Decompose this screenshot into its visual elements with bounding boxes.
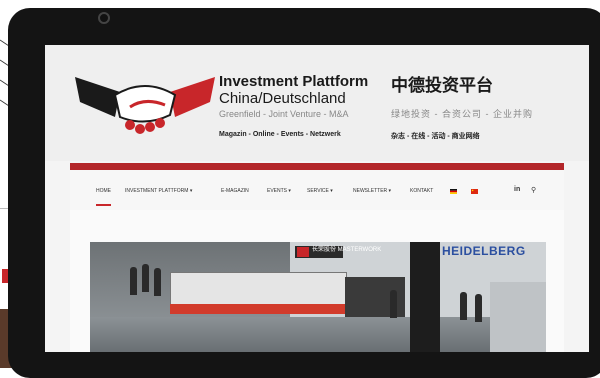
hero-person (142, 264, 149, 292)
tablet-device: Investment Plattform China/Deutschland G… (8, 8, 600, 378)
nav-item-service[interactable]: SERVICE ▾ (307, 188, 333, 194)
hero-machine (170, 272, 347, 306)
hero-right-machine (490, 282, 546, 352)
chinese-flag-icon[interactable] (471, 189, 478, 194)
hero-person (475, 294, 482, 322)
hero-booth-panel (410, 242, 440, 352)
nav-item-investment-plattform[interactable]: INVESTMENT PLATTFORM ▾ (125, 188, 192, 194)
nav-item-home[interactable]: HOME (96, 188, 111, 206)
site-tagline-en: Greenfield - Joint Venture - M&A (219, 109, 349, 119)
site-title-cn: 中德投资平台 (391, 76, 493, 95)
site-subtitle-en: China/Deutschland (219, 90, 346, 107)
accent-bar (70, 163, 564, 170)
hero-person (390, 290, 397, 318)
site-header: Investment Plattform China/Deutschland G… (45, 45, 589, 161)
masterwork-logo (297, 247, 309, 257)
nav-item-newsletter[interactable]: NEWSLETTER ▾ (353, 188, 391, 194)
main-content: 长荣股份 MASTERWORK HEIDELBERG (70, 210, 564, 352)
linkedin-icon[interactable]: in (514, 186, 520, 193)
camera-icon (98, 12, 110, 24)
tablet-screen: Investment Plattform China/Deutschland G… (45, 45, 589, 352)
hero-person (130, 267, 137, 295)
nav-item-kontakt[interactable]: KONTAKT (410, 188, 433, 194)
search-icon[interactable]: ⚲ (531, 186, 536, 194)
site-tagline-cn: 绿地投资 - 合资公司 - 企业并购 (391, 109, 533, 119)
nav-item-e-magazin[interactable]: E-MAGAZIN (221, 188, 249, 194)
handshake-logo[interactable] (75, 67, 215, 147)
hero-person (460, 292, 467, 320)
heidelberg-logo-text: HEIDELBERG (442, 244, 526, 258)
site-channels-en: Magazin - Online - Events - Netzwerk (219, 131, 341, 138)
hero-image[interactable]: 长荣股份 MASTERWORK HEIDELBERG (90, 242, 546, 352)
masterwork-text: 长荣股份 MASTERWORK (312, 247, 382, 253)
site-title-en: Investment Plattform (219, 73, 369, 90)
nav-item-events[interactable]: EVENTS ▾ (267, 188, 291, 194)
hero-person (154, 268, 161, 296)
main-nav: HOME INVESTMENT PLATTFORM ▾ E-MAGAZIN EV… (70, 170, 564, 210)
german-flag-icon[interactable] (450, 189, 457, 194)
hero-floor (90, 317, 546, 352)
site-channels-cn: 杂志 - 在线 - 活动 - 商业网络 (391, 133, 480, 140)
hero-machine-base (170, 304, 345, 314)
